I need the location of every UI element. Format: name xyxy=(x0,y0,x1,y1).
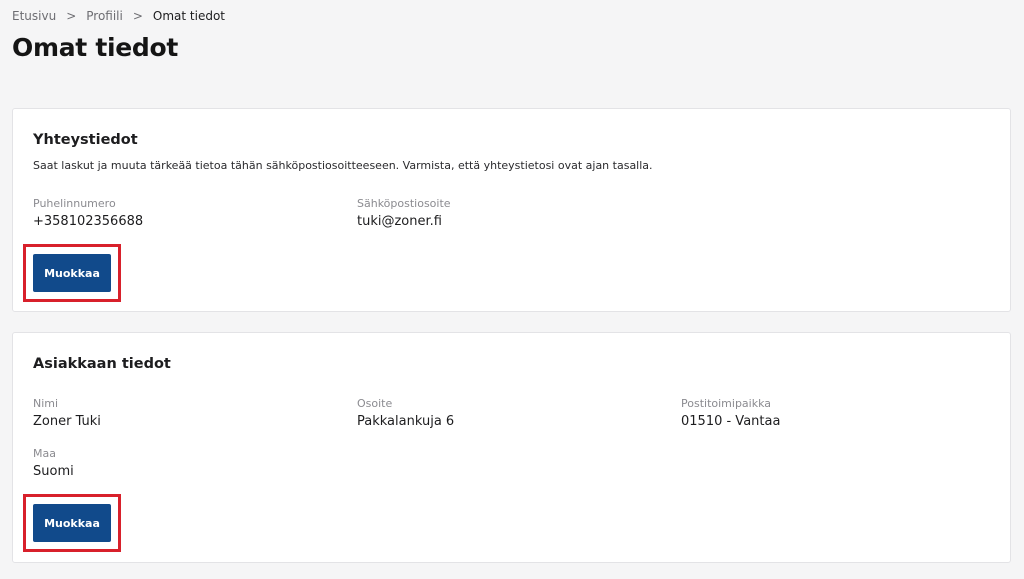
chevron-right-icon: > xyxy=(132,9,143,23)
name-label: Nimi xyxy=(33,397,59,410)
country-field: Maa Suomi xyxy=(33,447,74,481)
email-field: Sähköpostiosoite tuki@zoner.fi xyxy=(357,197,451,231)
email-value: tuki@zoner.fi xyxy=(357,214,442,229)
city-value: 01510 - Vantaa xyxy=(681,414,781,429)
breadcrumb-item-home[interactable]: Etusivu xyxy=(12,9,56,23)
contact-info-card: Yhteystiedot Saat laskut ja muuta tärkeä… xyxy=(12,108,1011,312)
city-field: Postitoimipaikka 01510 - Vantaa xyxy=(681,397,780,431)
city-label: Postitoimipaikka xyxy=(681,397,772,410)
name-value: Zoner Tuki xyxy=(33,414,101,429)
contact-edit-button[interactable]: Muokkaa xyxy=(33,254,111,292)
phone-label: Puhelinnumero xyxy=(33,197,116,210)
phone-field: Puhelinnumero +358102356688 xyxy=(33,197,143,231)
breadcrumb: Etusivu > Profiili > Omat tiedot xyxy=(12,9,225,23)
breadcrumb-item-current: Omat tiedot xyxy=(152,9,226,23)
highlight-box: Muokkaa xyxy=(23,494,121,552)
country-value: Suomi xyxy=(33,464,74,479)
contact-card-title: Yhteystiedot xyxy=(33,132,138,148)
customer-info-card: Asiakkaan tiedot Nimi Zoner Tuki Osoite … xyxy=(12,332,1011,563)
country-label: Maa xyxy=(33,447,56,460)
name-field: Nimi Zoner Tuki xyxy=(33,397,101,431)
address-label: Osoite xyxy=(357,397,393,410)
chevron-right-icon: > xyxy=(66,9,77,23)
address-field: Osoite Pakkalankuja 6 xyxy=(357,397,454,431)
highlight-box: Muokkaa xyxy=(23,244,121,302)
customer-edit-button[interactable]: Muokkaa xyxy=(33,504,111,542)
contact-card-description: Saat laskut ja muuta tärkeää tietoa tähä… xyxy=(33,159,653,172)
page-title: Omat tiedot xyxy=(12,33,179,62)
customer-card-title: Asiakkaan tiedot xyxy=(33,356,171,372)
email-label: Sähköpostiosoite xyxy=(357,197,451,210)
address-value: Pakkalankuja 6 xyxy=(357,414,455,429)
breadcrumb-item-profile[interactable]: Profiili xyxy=(86,9,123,23)
phone-value: +358102356688 xyxy=(33,214,144,229)
